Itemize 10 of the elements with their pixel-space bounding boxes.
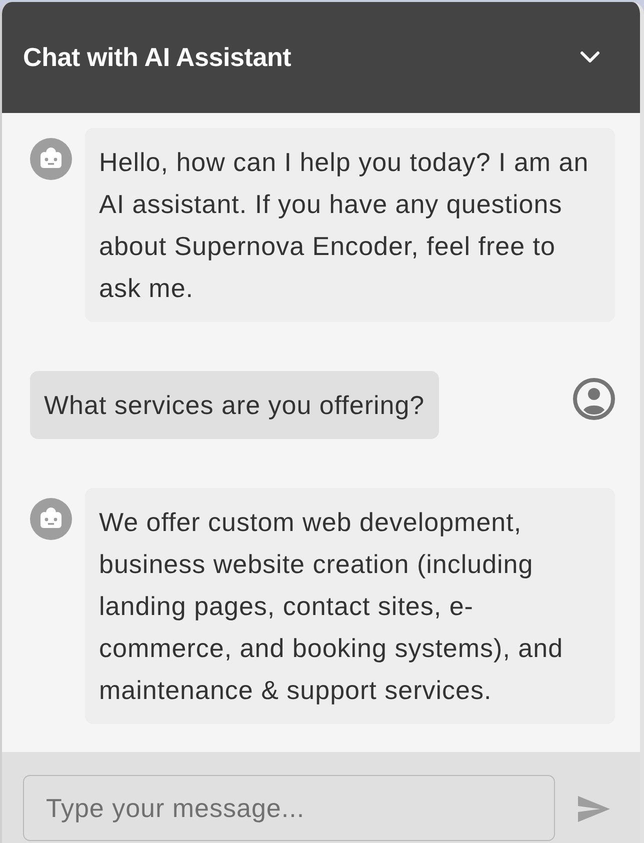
chat-title: Chat with AI Assistant bbox=[23, 42, 292, 73]
user-avatar-icon bbox=[573, 378, 615, 420]
assistant-message: Hello, how can I help you today? I am an AI assistant. If you have any questions about Supernova Encoder, feel free to ask me. bbox=[85, 128, 615, 322]
send-icon bbox=[577, 795, 611, 823]
assistant-message: We offer custom web development, business website creation (including landing pages, contact sites, e-commerce, and booking systems), and maintenance & support services. bbox=[85, 488, 615, 724]
robot-avatar-icon bbox=[30, 138, 72, 180]
user-message: What services are you offering? bbox=[30, 371, 439, 439]
chevron-down-icon bbox=[580, 51, 600, 64]
robot-avatar-icon bbox=[30, 498, 72, 540]
message-input-field[interactable]: Type your message... bbox=[23, 775, 555, 841]
